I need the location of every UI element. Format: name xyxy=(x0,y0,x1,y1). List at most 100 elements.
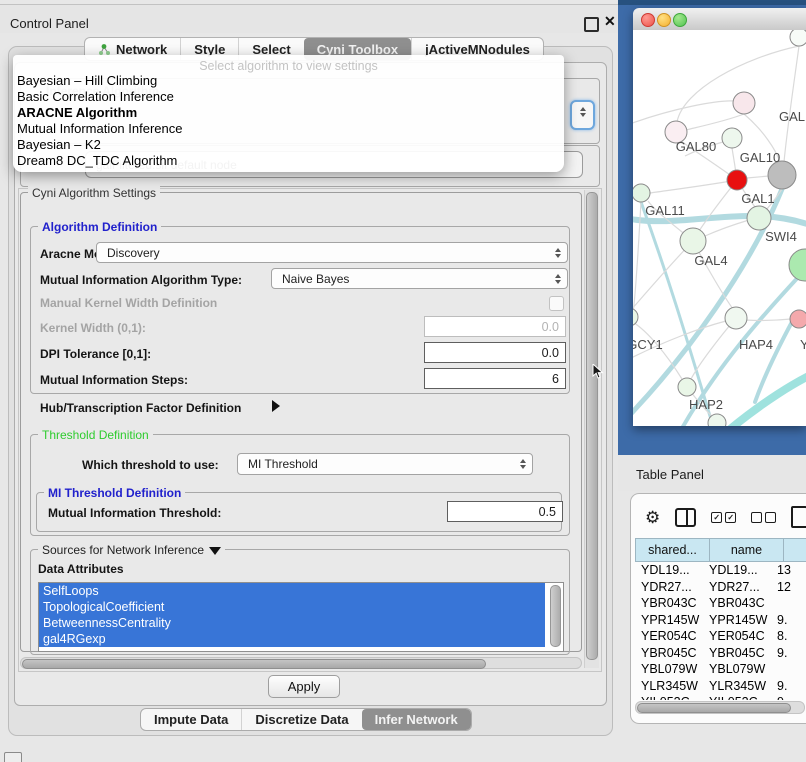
network-node[interactable] xyxy=(733,92,755,114)
deselect-all-icon[interactable] xyxy=(751,512,776,523)
network-node[interactable] xyxy=(768,161,796,189)
attribute-list-item[interactable]: BetweennessCentrality xyxy=(39,615,545,631)
table-header-row: shared...name xyxy=(635,538,806,562)
table-cell: YBR043C xyxy=(635,596,703,610)
sources-title-text: Sources for Network Inference xyxy=(42,543,204,557)
node-label: HAP2 xyxy=(689,397,723,412)
table-row[interactable]: YBL079WYBL079W xyxy=(635,661,806,678)
algorithm-popup-list: Bayesian – Hill ClimbingBasic Correlatio… xyxy=(13,73,564,169)
network-window-titlebar[interactable] xyxy=(633,8,806,31)
table-row[interactable]: YPR145WYPR145W9. xyxy=(635,612,806,629)
algorithm-option[interactable]: Bayesian – K2 xyxy=(13,137,564,153)
mi-type-select[interactable]: Naive Bayes xyxy=(271,268,568,289)
combo-stepper-icon xyxy=(555,274,561,284)
expand-arrow-icon[interactable] xyxy=(272,400,280,412)
algorithm-combo-stepper-button[interactable] xyxy=(570,100,595,130)
algorithm-option[interactable]: Basic Correlation Inference xyxy=(13,89,564,105)
aracne-mode-select[interactable]: Discovery xyxy=(96,242,568,263)
attribute-list-item[interactable]: SelfLoops xyxy=(39,583,545,599)
attribute-list-item[interactable]: TopologicalCoefficient xyxy=(39,599,545,615)
close-traffic-light-icon[interactable] xyxy=(641,13,655,27)
which-threshold-value: MI Threshold xyxy=(248,457,318,471)
list-vertical-scrollbar[interactable] xyxy=(550,585,561,647)
table-cell: 9. xyxy=(771,679,806,693)
dpi-tolerance-input[interactable]: 0.0 xyxy=(424,342,566,363)
close-icon[interactable]: ✕ xyxy=(604,13,616,30)
table-cell: YBR045C xyxy=(635,646,703,660)
table-doc-icon[interactable] xyxy=(791,506,806,528)
table-row[interactable]: YER054CYER054C8. xyxy=(635,628,806,645)
data-attributes-items: SelfLoopsTopologicalCoefficientBetweenne… xyxy=(39,583,563,647)
mi-threshold-input[interactable]: 0.5 xyxy=(447,501,563,522)
network-node[interactable] xyxy=(680,228,706,254)
network-edge-thick xyxy=(729,372,806,426)
algorithm-option[interactable]: Mutual Information Inference xyxy=(13,121,564,137)
settings-horizontal-scrollbar[interactable] xyxy=(20,657,582,669)
node-label: GAL xyxy=(779,109,805,124)
table-scrollbar-thumb[interactable] xyxy=(637,703,791,713)
minimize-traffic-light-icon[interactable] xyxy=(657,13,671,27)
table-row[interactable]: YBR045CYBR045C9. xyxy=(635,645,806,662)
columns-icon[interactable] xyxy=(675,508,696,527)
column-header-shared...[interactable]: shared... xyxy=(635,538,710,562)
tab-discretize-data[interactable]: Discretize Data xyxy=(241,709,361,730)
network-node[interactable] xyxy=(633,308,638,326)
network-node[interactable] xyxy=(725,307,747,329)
horizontal-scrollbar-thumb[interactable] xyxy=(22,659,486,669)
tab-label: Discretize Data xyxy=(255,712,348,727)
network-canvas[interactable]: GALGAL80GAL10GAL1SWI4GAL11GAL4GCY1HAP4YH… xyxy=(633,30,806,426)
zoom-traffic-light-icon[interactable] xyxy=(673,13,687,27)
network-node[interactable] xyxy=(789,249,806,281)
network-graph: GALGAL80GAL10GAL1SWI4GAL11GAL4GCY1HAP4YH… xyxy=(633,30,806,426)
network-node[interactable] xyxy=(790,30,806,46)
attribute-list-item[interactable]: gal4RGexp xyxy=(39,631,545,647)
select-all-icon[interactable]: ✓✓ xyxy=(711,512,736,523)
mi-threshold-title: MI Threshold Definition xyxy=(44,486,185,500)
apply-button[interactable]: Apply xyxy=(268,675,340,698)
manual-kernel-checkbox[interactable] xyxy=(549,296,564,311)
network-node[interactable] xyxy=(790,310,806,328)
network-node[interactable] xyxy=(678,378,696,396)
control-panel-title: Control Panel xyxy=(10,16,89,31)
table-row[interactable]: YDL19...YDL19...13 xyxy=(635,562,806,579)
collapse-arrow-icon[interactable] xyxy=(209,547,221,555)
table-cell: YDL19... xyxy=(635,563,703,577)
column-header-cut[interactable] xyxy=(784,538,806,562)
network-node[interactable] xyxy=(727,170,747,190)
mi-type-value: Naive Bayes xyxy=(282,272,349,286)
table-toolbar: ⚙ ✓✓ xyxy=(631,502,806,532)
algorithm-option[interactable]: Dream8 DC_TDC Algorithm xyxy=(13,153,564,169)
tab-impute-data[interactable]: Impute Data xyxy=(141,709,241,730)
network-edge xyxy=(650,180,737,193)
network-node[interactable] xyxy=(747,206,771,230)
which-threshold-select[interactable]: MI Threshold xyxy=(237,453,533,475)
sources-title: Sources for Network Inference xyxy=(38,543,225,557)
kernel-width-input[interactable]: 0.0 xyxy=(424,316,566,337)
network-node[interactable] xyxy=(633,184,650,202)
tab-infer-network[interactable]: Infer Network xyxy=(362,709,471,730)
network-edge xyxy=(705,220,749,236)
network-node[interactable] xyxy=(722,128,742,148)
node-label: GAL10 xyxy=(740,150,780,165)
gear-icon[interactable]: ⚙ xyxy=(645,509,660,526)
table-horizontal-scrollbar[interactable] xyxy=(635,701,805,714)
mi-steps-input[interactable]: 6 xyxy=(424,368,566,389)
table-row[interactable]: YDR27...YDR27...12 xyxy=(635,579,806,596)
threshold-definition-title: Threshold Definition xyxy=(38,428,153,442)
node-label: GAL80 xyxy=(676,139,716,154)
vertical-scrollbar-thumb[interactable] xyxy=(586,192,598,660)
settings-vertical-scrollbar[interactable] xyxy=(584,190,599,668)
algorithm-option[interactable]: Bayesian – Hill Climbing xyxy=(13,73,564,89)
column-header-name[interactable]: name xyxy=(710,538,784,562)
tab-label: Infer Network xyxy=(375,712,458,727)
network-tab-icon xyxy=(98,43,111,56)
float-window-icon[interactable] xyxy=(584,17,599,32)
dock-panel-icon[interactable] xyxy=(4,752,22,762)
table-row[interactable]: YLR345WYLR345W9. xyxy=(635,678,806,695)
table-row[interactable]: YIL052CYIL052C9. xyxy=(635,694,806,700)
table-cell: YIL052C xyxy=(703,695,771,700)
table-cell: YIL052C xyxy=(635,695,703,700)
algorithm-option[interactable]: ARACNE Algorithm xyxy=(13,105,564,121)
table-row[interactable]: YBR043CYBR043C xyxy=(635,595,806,612)
node-label: GAL11 xyxy=(645,203,685,218)
